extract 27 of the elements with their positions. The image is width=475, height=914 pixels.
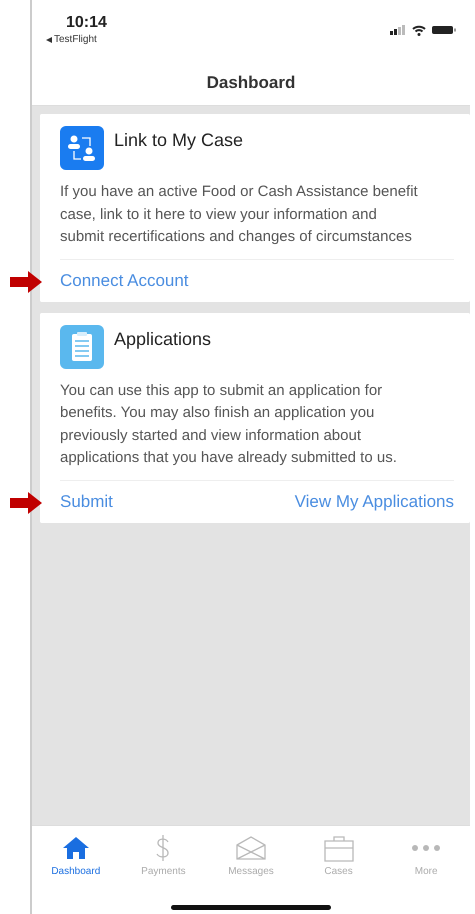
card-description: You can use this app to submit an application for benefits. You may also finish an application you previously started and view information about applications that you have already submitted to us. [60,380,454,480]
people-icon [60,126,104,170]
screen-title: Dashboard [206,72,296,92]
card-title: Link to My Case [114,130,244,151]
signal-icon [390,25,406,35]
home-indicator[interactable] [171,905,331,910]
tab-item[interactable]: Cases [304,834,374,877]
back-icon [46,36,52,42]
battery-icon [432,25,456,35]
envelope-icon [234,835,267,861]
wifi-icon [412,24,426,36]
more-icon [411,844,442,852]
tab-item[interactable]: More [391,834,462,877]
back-link[interactable]: TestFlight [46,34,97,45]
card-title: Applications [114,328,212,350]
action-link[interactable]: Connect Account [60,270,189,290]
dollar-icon [155,834,172,862]
action-link[interactable]: View My Applications [294,492,454,512]
home-icon [62,836,90,860]
briefcase-icon [322,834,355,862]
card-description: If you have an active Food or Cash Assistance benefit case, link to it here to view your information and submit recertifications and changes of circumstances [60,181,454,260]
action-link[interactable]: Submit [60,492,113,512]
status-time: 10:14 [66,14,107,32]
tab-item[interactable]: Messages [216,834,286,877]
clipboard-icon [60,324,104,368]
tab-item[interactable]: Dashboard [40,834,111,877]
tab-item[interactable]: Payments [128,834,198,877]
